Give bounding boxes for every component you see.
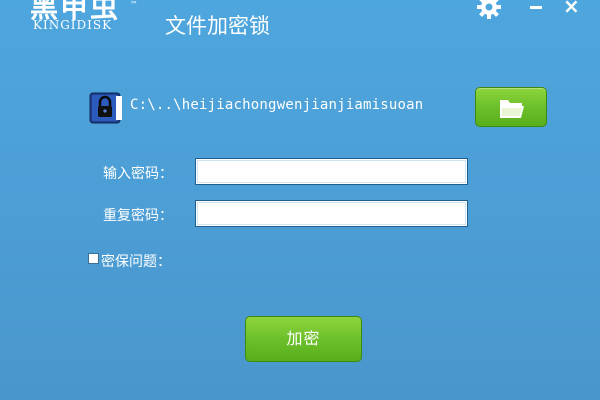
app-title: 文件加密锁 — [165, 14, 270, 38]
file-path: C:\..\heijiachongwenjianjiamisuoan — [130, 97, 424, 113]
security-question-checkbox[interactable] — [88, 253, 99, 264]
browse-folder-button[interactable] — [475, 87, 547, 127]
password-label: 输入密码： — [103, 166, 173, 182]
confirm-password-label: 重复密码： — [103, 208, 173, 224]
settings-gear-icon[interactable] — [476, 0, 502, 20]
security-question-label: 密保问题： — [101, 254, 171, 270]
trademark-mark: ™ — [130, 0, 138, 9]
minimize-button[interactable] — [526, 0, 550, 20]
lock-icon — [89, 92, 123, 124]
close-button[interactable]: × — [563, 0, 587, 16]
title-bar: 黑甲虫 ™ KINGIDISK 文件加密锁 × — [0, 0, 600, 60]
password-input[interactable] — [195, 158, 468, 185]
encrypt-button[interactable]: 加密 — [245, 316, 362, 362]
confirm-password-input[interactable] — [195, 200, 468, 227]
folder-open-icon — [500, 100, 524, 118]
minimize-icon — [530, 6, 542, 9]
brand-logo-english: KINGIDISK — [33, 18, 113, 32]
